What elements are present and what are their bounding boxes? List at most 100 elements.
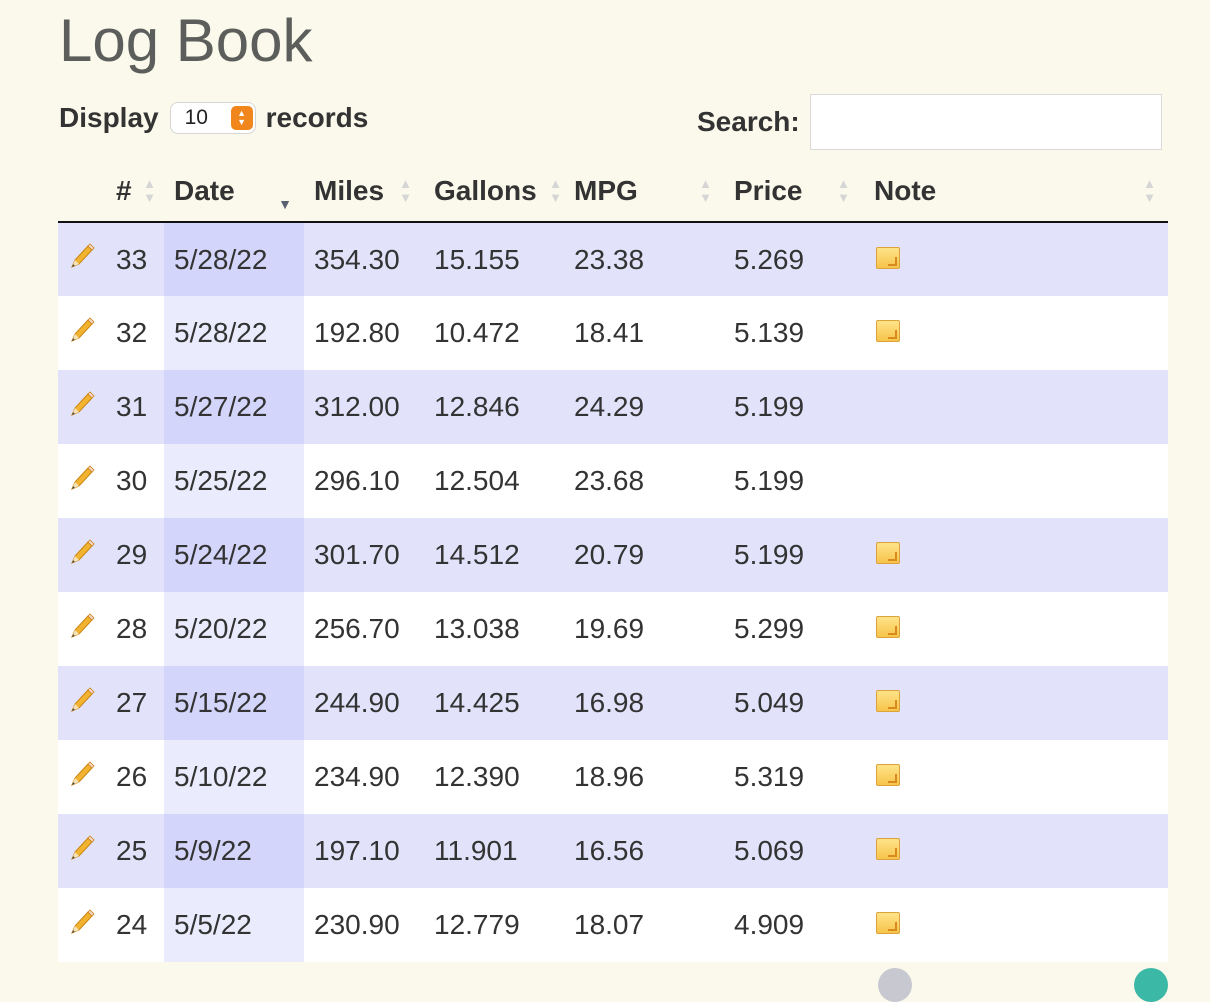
cell-date: 5/15/22 bbox=[164, 666, 304, 740]
edit-cell bbox=[58, 296, 106, 370]
cell-gallons: 14.425 bbox=[424, 666, 564, 740]
cell-price: 5.139 bbox=[724, 296, 864, 370]
cell-price: 5.299 bbox=[724, 592, 864, 666]
search-input[interactable] bbox=[809, 94, 1162, 150]
cell-date: 5/28/22 bbox=[164, 296, 304, 370]
cell-gallons: 12.846 bbox=[424, 370, 564, 444]
cell-number: 26 bbox=[106, 740, 164, 814]
cell-price: 4.909 bbox=[724, 888, 864, 962]
cell-number: 30 bbox=[106, 444, 164, 518]
cell-gallons: 11.901 bbox=[424, 814, 564, 888]
page-title: Log Book bbox=[59, 7, 313, 74]
note-icon[interactable] bbox=[876, 764, 900, 786]
edit-cell bbox=[58, 444, 106, 518]
pencil-icon[interactable] bbox=[66, 907, 96, 937]
cell-note bbox=[864, 814, 1168, 888]
table-row: 32 5/28/22 192.80 10.472 18.41 5.139 bbox=[58, 296, 1168, 370]
cell-miles: 256.70 bbox=[304, 592, 424, 666]
cell-gallons: 12.779 bbox=[424, 888, 564, 962]
pencil-icon[interactable] bbox=[66, 685, 96, 715]
edit-cell bbox=[58, 814, 106, 888]
pencil-icon[interactable] bbox=[66, 759, 96, 789]
cell-mpg: 20.79 bbox=[564, 518, 724, 592]
cell-miles: 197.10 bbox=[304, 814, 424, 888]
cell-number: 31 bbox=[106, 370, 164, 444]
column-header-note[interactable]: Note ▲ ▼ bbox=[864, 160, 1168, 223]
table-row: 28 5/20/22 256.70 13.038 19.69 5.299 bbox=[58, 592, 1168, 666]
cell-note bbox=[864, 666, 1168, 740]
display-label: Display bbox=[59, 102, 159, 133]
table-header-row: # ▲ ▼ Date ▼ Miles ▲ ▼ Gallons ▲ ▼ MPG ▲ ▼ P… bbox=[58, 160, 1168, 223]
column-header-miles[interactable]: Miles ▲ ▼ bbox=[304, 160, 424, 223]
records-per-page-control: Display 10 ▲ ▼ records bbox=[59, 102, 368, 134]
column-header-gallons[interactable]: Gallons ▲ ▼ bbox=[424, 160, 564, 223]
table-row: 33 5/28/22 354.30 15.155 23.38 5.269 bbox=[58, 222, 1168, 296]
column-header-date[interactable]: Date ▼ bbox=[164, 160, 304, 223]
cell-price: 5.269 bbox=[724, 222, 864, 296]
cell-miles: 354.30 bbox=[304, 222, 424, 296]
table-row: 31 5/27/22 312.00 12.846 24.29 5.199 bbox=[58, 370, 1168, 444]
cell-mpg: 18.41 bbox=[564, 296, 724, 370]
edit-cell bbox=[58, 370, 106, 444]
cell-note bbox=[864, 740, 1168, 814]
sort-both-icon: ▲ ▼ bbox=[1143, 175, 1156, 205]
table-row: 29 5/24/22 301.70 14.512 20.79 5.199 bbox=[58, 518, 1168, 592]
cell-note bbox=[864, 518, 1168, 592]
cell-date: 5/28/22 bbox=[164, 222, 304, 296]
cell-note bbox=[864, 370, 1168, 444]
sort-descending-icon: ▼ bbox=[278, 196, 292, 212]
note-icon[interactable] bbox=[876, 542, 900, 564]
cell-price: 5.319 bbox=[724, 740, 864, 814]
pencil-icon[interactable] bbox=[66, 389, 96, 419]
select-arrows-icon: ▲ ▼ bbox=[230, 106, 253, 130]
edit-cell bbox=[58, 222, 106, 296]
records-per-page-value: 10 bbox=[184, 106, 208, 129]
sort-both-icon: ▲ ▼ bbox=[699, 175, 712, 205]
sort-both-icon: ▲ ▼ bbox=[549, 175, 562, 205]
records-label: records bbox=[265, 102, 369, 133]
pagination-circle-icon[interactable] bbox=[1134, 968, 1168, 1002]
cell-mpg: 19.69 bbox=[564, 592, 724, 666]
edit-cell bbox=[58, 740, 106, 814]
cell-miles: 296.10 bbox=[304, 444, 424, 518]
cell-miles: 244.90 bbox=[304, 666, 424, 740]
table-row: 25 5/9/22 197.10 11.901 16.56 5.069 bbox=[58, 814, 1168, 888]
cell-number: 25 bbox=[106, 814, 164, 888]
cell-mpg: 18.96 bbox=[564, 740, 724, 814]
column-header-mpg[interactable]: MPG ▲ ▼ bbox=[564, 160, 724, 223]
note-icon[interactable] bbox=[876, 616, 900, 638]
sort-both-icon: ▲ ▼ bbox=[837, 175, 850, 205]
cell-number: 33 bbox=[106, 222, 164, 296]
cell-date: 5/27/22 bbox=[164, 370, 304, 444]
note-icon[interactable] bbox=[876, 838, 900, 860]
pencil-icon[interactable] bbox=[66, 833, 96, 863]
note-icon[interactable] bbox=[876, 912, 900, 934]
cell-price: 5.199 bbox=[724, 370, 864, 444]
column-header-number[interactable]: # ▲ ▼ bbox=[106, 160, 164, 223]
cell-date: 5/25/22 bbox=[164, 444, 304, 518]
column-header-price[interactable]: Price ▲ ▼ bbox=[724, 160, 864, 223]
cell-number: 24 bbox=[106, 888, 164, 962]
pencil-icon[interactable] bbox=[66, 537, 96, 567]
cell-gallons: 10.472 bbox=[424, 296, 564, 370]
cell-price: 5.199 bbox=[724, 444, 864, 518]
pencil-icon[interactable] bbox=[66, 611, 96, 641]
cell-miles: 234.90 bbox=[304, 740, 424, 814]
edit-cell bbox=[58, 888, 106, 962]
note-icon[interactable] bbox=[876, 246, 900, 269]
cell-mpg: 23.38 bbox=[564, 222, 724, 296]
cell-date: 5/24/22 bbox=[164, 518, 304, 592]
cell-gallons: 15.155 bbox=[424, 222, 564, 296]
note-icon[interactable] bbox=[876, 320, 900, 342]
note-icon[interactable] bbox=[876, 690, 900, 712]
cell-date: 5/5/22 bbox=[164, 888, 304, 962]
pagination-circle-icon[interactable] bbox=[878, 968, 912, 1002]
records-per-page-select[interactable]: 10 ▲ ▼ bbox=[169, 102, 256, 134]
pencil-icon[interactable] bbox=[66, 241, 96, 271]
search-control: Search: bbox=[697, 94, 1162, 150]
cell-number: 29 bbox=[106, 518, 164, 592]
pencil-icon[interactable] bbox=[66, 463, 96, 493]
pencil-icon[interactable] bbox=[66, 315, 96, 345]
cell-number: 28 bbox=[106, 592, 164, 666]
cell-price: 5.069 bbox=[724, 814, 864, 888]
